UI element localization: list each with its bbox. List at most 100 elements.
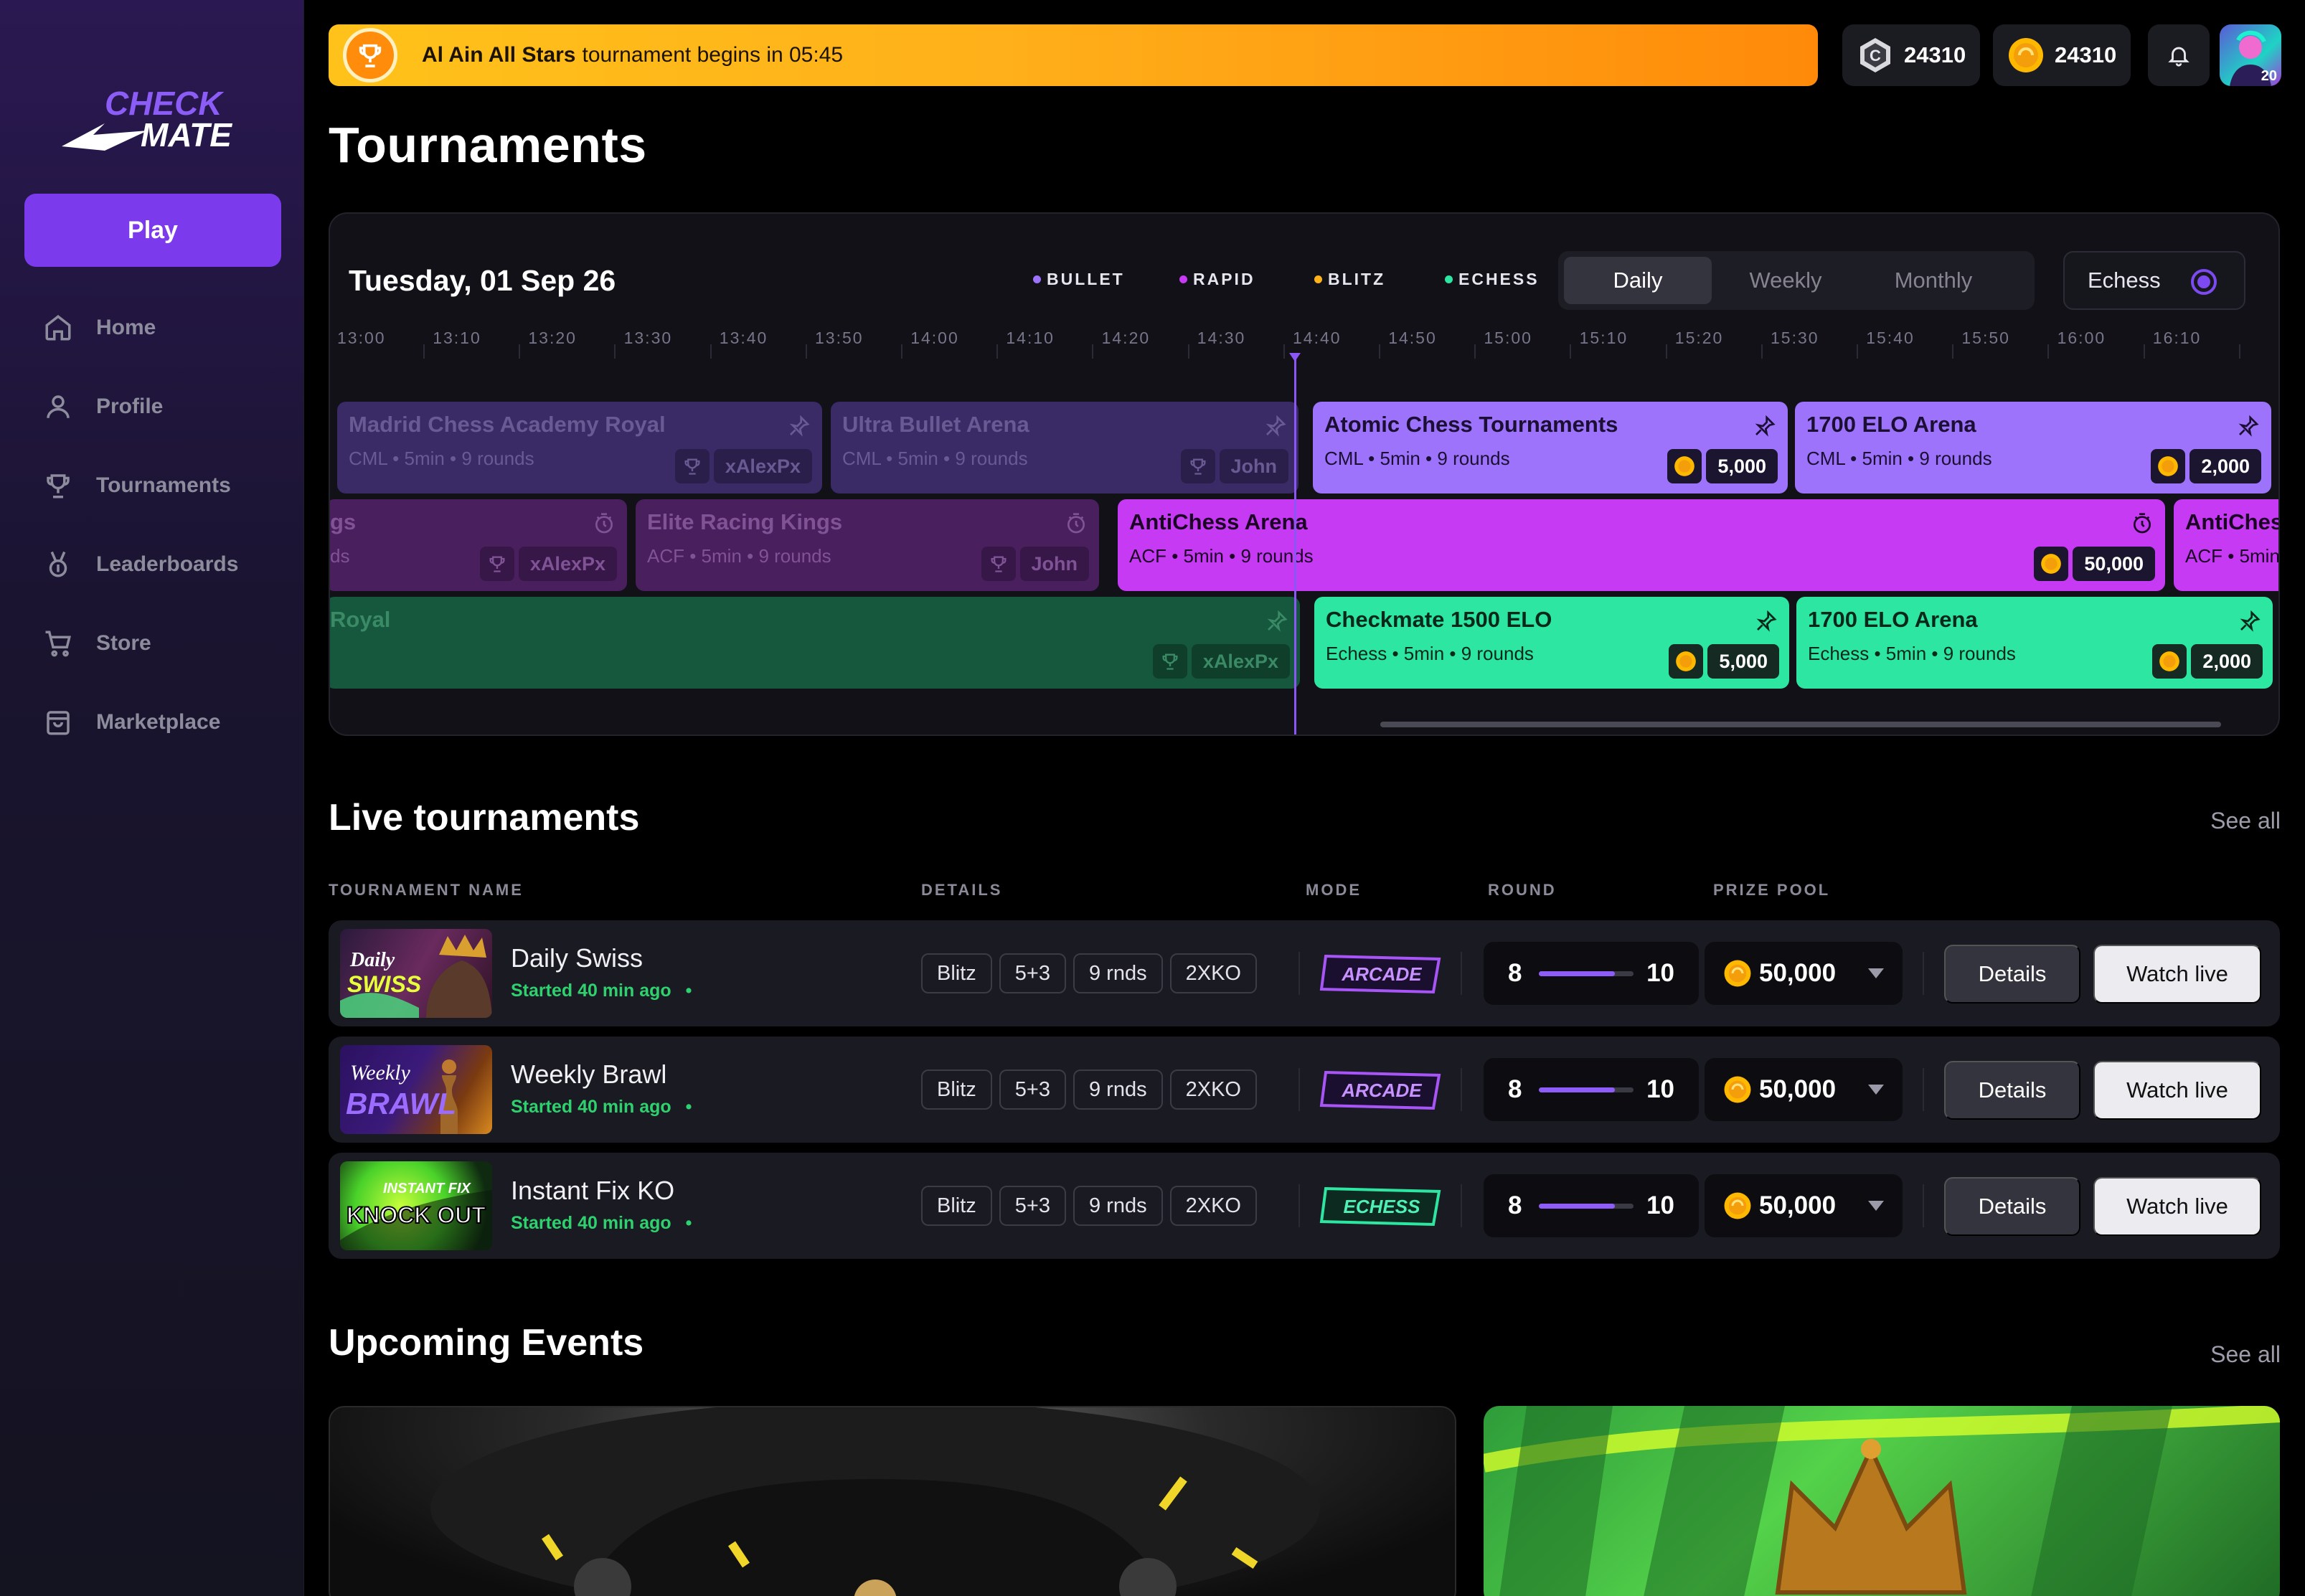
schedule-event[interactable]: gs ds xAlexPx bbox=[330, 499, 627, 591]
schedule-event[interactable]: AntiChess Arena ACF • 5min • 9 rounds 50… bbox=[1118, 499, 2165, 591]
divider bbox=[1461, 1184, 1462, 1227]
timeline-tick-label: 13:50 bbox=[815, 329, 864, 347]
svg-text:INSTANT FIX: INSTANT FIX bbox=[383, 1181, 472, 1196]
watch-live-button[interactable]: Watch live bbox=[2093, 1061, 2261, 1120]
period-monthly-button[interactable]: Monthly bbox=[1859, 257, 2007, 304]
legend-blitz: BLITZ bbox=[1314, 270, 1385, 289]
details-button[interactable]: Details bbox=[1944, 1177, 2080, 1236]
pin-icon[interactable] bbox=[1753, 415, 1776, 438]
divider bbox=[1461, 1068, 1462, 1111]
prize-pool-dropdown[interactable]: 50,000 bbox=[1705, 942, 1903, 1005]
play-button[interactable]: Play bbox=[24, 194, 281, 267]
timeline-tick-label: 13:40 bbox=[719, 329, 768, 347]
gold-coin-icon bbox=[2151, 449, 2186, 483]
schedule-date: Tuesday, 01 Sep 26 bbox=[349, 264, 616, 297]
table-row[interactable]: INSTANT FIX KNOCK OUT Instant Fix KO Sta… bbox=[329, 1153, 2280, 1259]
svg-text:ARCADE: ARCADE bbox=[1341, 963, 1422, 985]
timer-icon[interactable] bbox=[1065, 512, 1088, 535]
pin-icon[interactable] bbox=[788, 415, 811, 438]
watch-live-button[interactable]: Watch live bbox=[2093, 945, 2261, 1004]
round-progress: 8 10 bbox=[1484, 942, 1699, 1005]
schedule-event[interactable]: Madrid Chess Academy Royal CML • 5min • … bbox=[337, 402, 822, 494]
timer-icon[interactable] bbox=[2131, 512, 2154, 535]
event-title: Ultra Bullet Arena bbox=[842, 412, 1029, 437]
sidebar-item-home[interactable]: Home bbox=[0, 288, 304, 367]
upcoming-event-card[interactable] bbox=[1484, 1406, 2280, 1596]
sidebar-item-profile[interactable]: Profile bbox=[0, 367, 304, 446]
pin-icon[interactable] bbox=[1265, 610, 1288, 633]
watch-live-button[interactable]: Watch live bbox=[2093, 1177, 2261, 1236]
event-title: 1700 ELO Arena bbox=[1806, 412, 1976, 437]
schedule-event[interactable]: Ultra Bullet Arena CML • 5min • 9 rounds… bbox=[831, 402, 1298, 494]
event-tag: xAlexPx bbox=[674, 449, 812, 483]
tournament-name[interactable]: Daily Swiss bbox=[511, 943, 643, 973]
schedule-event[interactable]: 1700 ELO Arena CML • 5min • 9 rounds 2,0… bbox=[1795, 402, 2271, 494]
event-tag: John bbox=[981, 547, 1089, 581]
timeline-tick-mark bbox=[1283, 344, 1285, 359]
timeline-tick-mark bbox=[1570, 344, 1572, 359]
prize-pool-dropdown[interactable]: 50,000 bbox=[1705, 1174, 1903, 1237]
tournament-name[interactable]: Weekly Brawl bbox=[511, 1059, 666, 1090]
schedule-event[interactable]: AntiChess ACF • 5min bbox=[2174, 499, 2278, 591]
detail-pill: 5+3 bbox=[999, 1069, 1066, 1110]
table-row[interactable]: Daily SWISS Daily Swiss Started 40 min a… bbox=[329, 920, 2280, 1026]
checkmate-logo[interactable]: CHECK MATE bbox=[62, 80, 250, 152]
legend-label: BULLET bbox=[1047, 270, 1125, 288]
schedule-event[interactable]: Royal xAlexPx bbox=[330, 597, 1300, 689]
live-see-all-link[interactable]: See all bbox=[2210, 808, 2281, 834]
svg-text:BRAWL: BRAWL bbox=[346, 1087, 456, 1120]
timer-icon[interactable] bbox=[593, 512, 616, 535]
timeline-tick-mark bbox=[996, 344, 999, 359]
sidebar-item-store[interactable]: Store bbox=[0, 604, 304, 683]
timeline-tick-mark bbox=[1665, 344, 1667, 359]
timeline-tick-mark bbox=[2047, 344, 2050, 359]
chevron-down-icon[interactable] bbox=[1868, 968, 1884, 978]
period-weekly-button[interactable]: Weekly bbox=[1712, 257, 1859, 304]
timeline-tick-mark bbox=[519, 344, 521, 359]
upcoming-event-card[interactable] bbox=[329, 1406, 1456, 1596]
upcoming-see-all-link[interactable]: See all bbox=[2210, 1341, 2281, 1368]
details-button[interactable]: Details bbox=[1944, 945, 2080, 1004]
tournament-details: Blitz 5+3 9 rnds 2XKO bbox=[921, 953, 1257, 993]
silver-coin-balance[interactable]: C 24310 bbox=[1842, 24, 1981, 86]
legend-echess: ECHESS bbox=[1445, 270, 1540, 289]
sidebar-item-leaderboards[interactable]: Leaderboards bbox=[0, 525, 304, 604]
schedule-event[interactable]: 1700 ELO Arena Echess • 5min • 9 rounds … bbox=[1796, 597, 2273, 689]
svg-text:Daily: Daily bbox=[349, 949, 395, 971]
echess-radio-icon[interactable] bbox=[2191, 269, 2217, 295]
column-header-name: TOURNAMENT NAME bbox=[329, 881, 524, 899]
echess-toggle[interactable]: Echess bbox=[2063, 251, 2245, 310]
pin-icon[interactable] bbox=[1755, 610, 1778, 633]
prize-pool-dropdown[interactable]: 50,000 bbox=[1705, 1058, 1903, 1121]
schedule-event[interactable]: Elite Racing Kings ACF • 5min • 9 rounds… bbox=[636, 499, 1099, 591]
sidebar-item-tournaments[interactable]: Tournaments bbox=[0, 446, 304, 525]
schedule-event[interactable]: Checkmate 1500 ELO Echess • 5min • 9 rou… bbox=[1314, 597, 1789, 689]
trophy-icon bbox=[1152, 644, 1187, 679]
event-artwork bbox=[1484, 1406, 2280, 1596]
round-progress-bar bbox=[1539, 1087, 1634, 1092]
pin-icon[interactable] bbox=[2237, 415, 2260, 438]
chevron-down-icon[interactable] bbox=[1868, 1085, 1884, 1095]
tournament-countdown-banner[interactable]: Al Ain All Stars tournament begins in 05… bbox=[329, 24, 1818, 86]
timeline-tick-label: 14:50 bbox=[1388, 329, 1437, 347]
schedule-event[interactable]: Atomic Chess Tournaments CML • 5min • 9 … bbox=[1313, 402, 1788, 494]
gold-coin-balance[interactable]: 24310 bbox=[1993, 24, 2131, 86]
pin-icon[interactable] bbox=[2238, 610, 2261, 633]
user-avatar[interactable]: 20 bbox=[2220, 24, 2281, 86]
detail-pill: 5+3 bbox=[999, 1186, 1066, 1226]
svg-text:SWISS: SWISS bbox=[347, 971, 422, 997]
tournament-details: Blitz 5+3 9 rnds 2XKO bbox=[921, 1069, 1257, 1110]
timeline-tick-label: 13:00 bbox=[337, 329, 386, 347]
chevron-down-icon[interactable] bbox=[1868, 1201, 1884, 1211]
horizontal-scrollbar[interactable] bbox=[1380, 722, 2221, 727]
notifications-button[interactable] bbox=[2148, 24, 2210, 86]
tournament-name[interactable]: Instant Fix KO bbox=[511, 1176, 674, 1206]
pin-icon[interactable] bbox=[1264, 415, 1287, 438]
sidebar-item-marketplace[interactable]: Marketplace bbox=[0, 683, 304, 762]
details-button[interactable]: Details bbox=[1944, 1061, 2080, 1120]
sidebar-item-label: Profile bbox=[96, 395, 164, 418]
table-row[interactable]: Weekly BRAWL Weekly Brawl Started 40 min… bbox=[329, 1037, 2280, 1143]
avatar-level-badge: 20 bbox=[2261, 68, 2277, 84]
sidebar-item-label: Tournaments bbox=[96, 473, 231, 497]
period-daily-button[interactable]: Daily bbox=[1564, 257, 1712, 304]
